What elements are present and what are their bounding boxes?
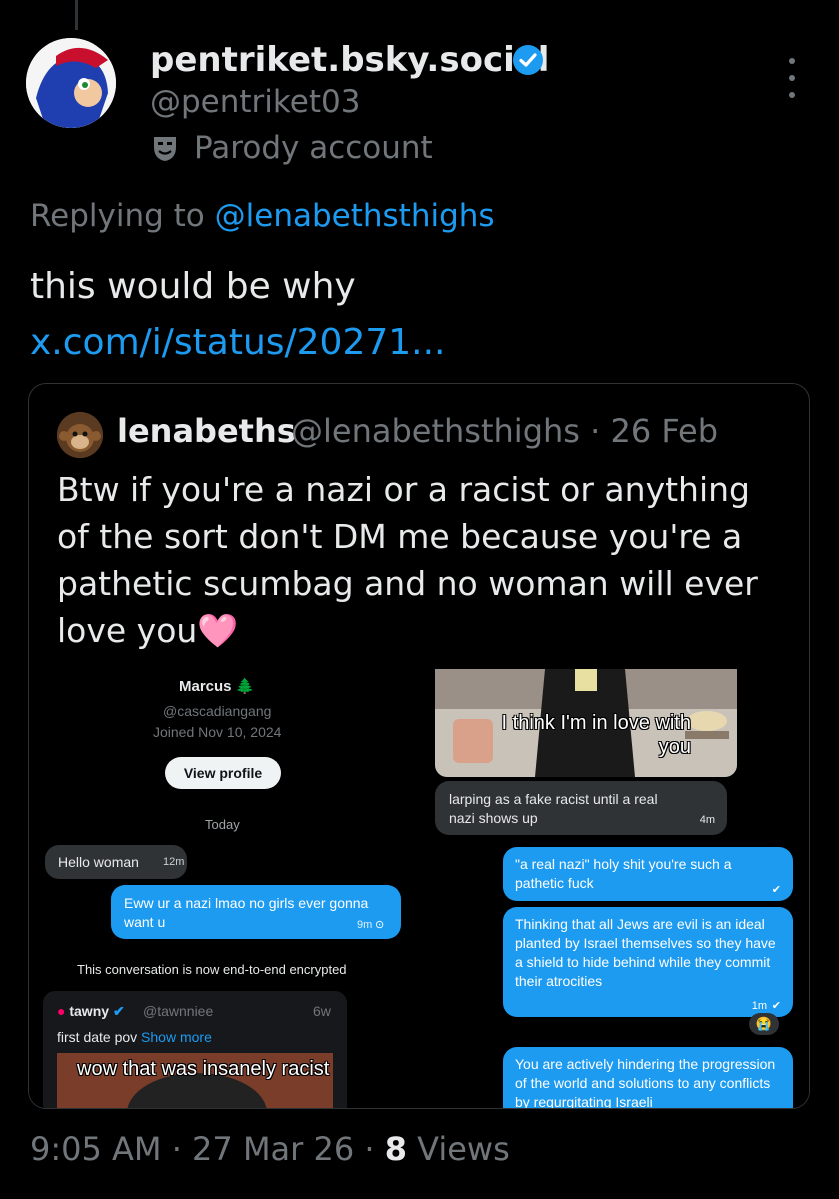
dm-screenshot-left[interactable]: Marcus 🌲 @cascadiangang Joined Nov 10, 2… [29,669,419,1108]
parody-label: Parody account [194,130,433,166]
author-display-name[interactable]: pentriket.bsky.social [150,40,549,80]
avatar-image [26,38,116,128]
dm-incoming-message: Hello woman 12m [45,845,187,879]
dm-profile-handle: @cascadiangang [163,703,272,719]
more-options-icon[interactable] [780,58,804,98]
shared-post-image: wow that was insanely racist [57,1053,333,1108]
dm-outgoing-message: "a real nazi" holy shit you're such a pa… [503,847,793,901]
views-count: 8 [384,1130,407,1168]
quoted-display-name[interactable]: lenabeths [117,412,296,450]
author-handle[interactable]: @pentriket03 [150,84,360,120]
quoted-meta-separator: · [590,412,601,450]
dm-message-time: 4m [699,814,715,826]
thread-line [75,0,78,30]
replying-mention-link[interactable]: @lenabethsthighs [215,198,495,234]
dm-outgoing-message: You are actively hindering the progressi… [503,1047,793,1108]
author-avatar[interactable] [26,38,116,128]
quoted-meta: @lenabethsthighs · 26 Feb [291,412,718,450]
shared-post-card: ● tawny ✔ @tawnniee 6w first date pov Sh… [43,991,347,1108]
quoted-post[interactable]: lenabeths @lenabethsthighs · 26 Feb Btw … [28,383,810,1109]
verified-badge-icon [513,45,543,75]
shared-post-caption: wow that was insanely racist [77,1058,330,1080]
crying-reaction-emoji: 😭 [749,1013,779,1035]
read-receipt-icon: ✔ [771,1000,781,1012]
dm-outgoing-message: Eww ur a nazi lmao no girls ever gonna w… [111,885,401,939]
shared-post-author-name: tawny [69,1003,110,1019]
quoted-date: 26 Feb [610,412,719,450]
dm-incoming-message: larping as a fake racist until a real na… [435,781,727,835]
read-receipt-icon: ✔ [771,884,781,896]
pink-heart-emoji: 🩷 [197,611,239,650]
dm-day-divider: Today [205,817,240,832]
dm-message-text: Eww ur a nazi lmao no girls ever gonna w… [124,895,369,930]
shared-post-author: ● tawny ✔ [57,1003,125,1020]
dm-message-text: Hello woman [58,854,139,870]
shared-post-text-row: first date pov Show more [57,1029,212,1045]
replying-prefix: Replying to [30,198,205,234]
dm-profile-joined: Joined Nov 10, 2024 [153,724,282,740]
dm-message-text: larping as a fake racist until a real na… [449,791,658,826]
dm-profile-name-text: Marcus [179,678,232,695]
replying-to-line: Replying to @lenabethsthighs [30,198,495,234]
read-receipt-icon: ⊙ [375,919,385,931]
anime-caption: I think I'm in love with you [501,712,691,758]
views-label: Views [417,1130,510,1168]
post-date[interactable]: 27 Mar 26 [192,1130,354,1168]
quoted-avatar[interactable] [57,412,103,458]
post-footer: 9:05 AM · 27 Mar 26 · 8 Views [30,1130,510,1168]
shared-post-handle: @tawnniee [143,1003,214,1019]
dm-message-time: 12m [163,856,185,868]
footer-separator: · [171,1130,182,1168]
anime-image: I think I'm in love with you [435,669,737,777]
encryption-notice: This conversation is now end-to-end encr… [77,962,347,977]
show-more-link: Show more [141,1029,212,1045]
post-link[interactable]: x.com/i/status/20271... [30,322,446,363]
dm-message-text: You are actively hindering the progressi… [515,1056,776,1109]
shared-post-time: 6w [313,1003,331,1019]
shared-post-avatar-icon: ● [57,1003,66,1019]
quoted-media[interactable]: Marcus 🌲 @cascadiangang Joined Nov 10, 2… [29,669,809,1108]
mask-icon [154,137,176,161]
post-time[interactable]: 9:05 AM [30,1130,162,1168]
quoted-text: Btw if you're a nazi or a racist or anyt… [57,466,777,654]
shared-post-text: first date pov [57,1029,138,1045]
tree-emoji: 🌲 [235,678,255,695]
monkey-avatar-image [57,412,103,458]
view-profile-button: View profile [165,757,281,789]
dm-message-text: "a real nazi" holy shit you're such a pa… [515,856,732,891]
dm-message-time: 9m [357,919,373,931]
quoted-text-body: Btw if you're a nazi or a racist or anyt… [57,470,758,650]
footer-separator: · [364,1130,375,1168]
quoted-handle[interactable]: @lenabethsthighs [291,412,580,450]
dm-message-text: Thinking that all Jews are evil is an id… [515,916,776,989]
parody-label-row: Parody account [150,130,433,166]
shared-post-verified-icon: ✔ [112,1003,125,1019]
dm-outgoing-message: Thinking that all Jews are evil is an id… [503,907,793,1017]
post-text: this would be why [30,266,356,307]
dm-profile-name: Marcus 🌲 [179,677,254,695]
dm-screenshot-right[interactable]: I think I'm in love with you larping as … [427,669,809,1108]
